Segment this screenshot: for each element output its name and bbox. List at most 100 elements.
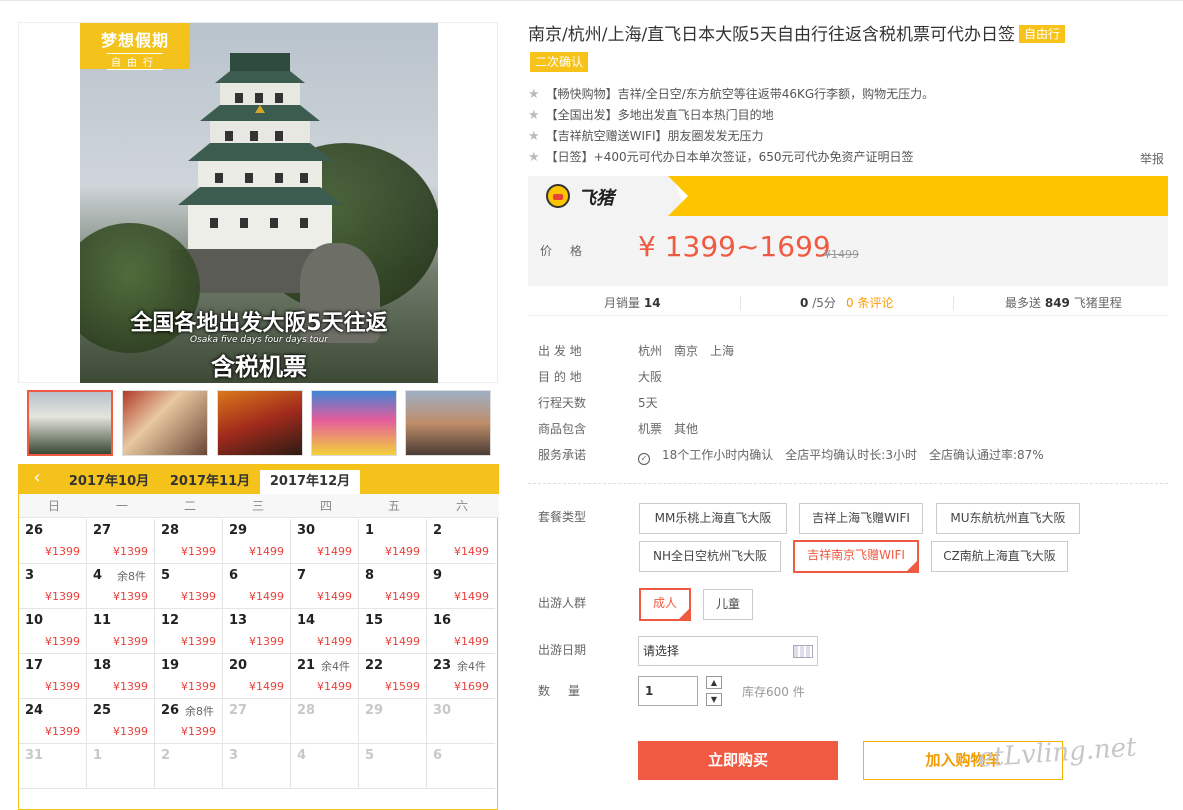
trip-info: 出 发 地杭州 南京 上海 目 的 地大阪 行程天数 5天 商品包含 机票 其他 服务承诺… <box>538 338 1158 468</box>
quantity-input[interactable]: 1 <box>638 676 698 706</box>
calendar-day-cell[interactable]: 7 ¥1499 <box>291 564 359 609</box>
calendar-day-cell[interactable]: 1 ¥1499 <box>359 519 427 564</box>
day-price: ¥1699 <box>454 680 489 693</box>
calendar-day-cell[interactable]: 21 余4件 ¥1499 <box>291 654 359 699</box>
calendar-day-cell: 4 <box>291 744 359 789</box>
calendar-day-cell[interactable]: 15 ¥1499 <box>359 609 427 654</box>
product-title: 南京/杭州/上海/直飞日本大阪5天自由行往返含税机票可代办日签 自由行 <box>528 22 1168 48</box>
check-icon: ✓ <box>638 453 650 465</box>
calendar-day-cell[interactable]: 19 ¥1399 <box>155 654 223 699</box>
calendar-day-cell[interactable]: 26 ¥1399 <box>19 519 87 564</box>
tab-month-3[interactable]: 2017年12月 <box>260 470 360 494</box>
chevron-left-icon[interactable]: ‹ <box>19 464 55 494</box>
day-number: 4 <box>93 568 103 583</box>
tab-month-1[interactable]: 2017年10月 <box>59 470 159 494</box>
calendar-day-cell[interactable]: 26 余8件 ¥1399 <box>155 699 223 744</box>
day-number: 3 <box>229 748 239 763</box>
day-price: ¥1499 <box>317 590 352 603</box>
day-number: 8 <box>365 568 375 583</box>
calendar-day-cell[interactable]: 17 ¥1399 <box>19 654 87 699</box>
tab-month-2[interactable]: 2017年11月 <box>160 470 260 494</box>
buy-now-button[interactable]: 立即购买 <box>638 741 838 780</box>
monthly-sales: 月销量 14 <box>604 296 661 310</box>
package-option-4[interactable]: NH全日空杭州飞大阪 <box>639 541 781 572</box>
date-label: 出游日期 <box>538 643 587 657</box>
package-option-3[interactable]: MU东航杭州直飞大阪 <box>936 503 1080 534</box>
calendar-day-cell[interactable]: 23 余4件 ¥1699 <box>427 654 495 699</box>
day-stock: 余4件 <box>321 660 350 673</box>
star-icon: ★ <box>528 129 540 144</box>
badge-subtitle: 自由行 <box>107 53 163 70</box>
main-product-image[interactable]: 全国各地出发大阪5天往返 Osaka five days four days t… <box>18 22 498 383</box>
thumbnail-strip <box>18 390 498 456</box>
day-price: ¥1399 <box>181 680 216 693</box>
package-option-2[interactable]: 吉祥上海飞赠WIFI <box>799 503 923 534</box>
calendar-day-cell[interactable]: 22 ¥1599 <box>359 654 427 699</box>
calendar-day-cell[interactable]: 11 ¥1399 <box>87 609 155 654</box>
original-price: ¥1499 <box>824 248 859 261</box>
package-option-1[interactable]: MM乐桃上海直飞大阪 <box>639 503 787 534</box>
decrement-button[interactable]: ▼ <box>706 693 722 706</box>
calendar-day-cell[interactable]: 30 ¥1499 <box>291 519 359 564</box>
calendar-day-cell[interactable]: 16 ¥1499 <box>427 609 495 654</box>
day-number: 5 <box>161 568 171 583</box>
feature-list: ★ 【畅快购物】吉祥/全日空/东方航空等往返带46KG行李额，购物无压力。 ★ 【全… <box>528 84 1168 168</box>
increment-button[interactable]: ▲ <box>706 676 722 689</box>
calendar-day-cell[interactable]: 10 ¥1399 <box>19 609 87 654</box>
rating: 0 /5分 <box>800 296 836 310</box>
calendar-day-cell[interactable]: 5 ¥1399 <box>155 564 223 609</box>
calendar-day-cell[interactable]: 27 ¥1399 <box>87 519 155 564</box>
tag-free-travel: 自由行 <box>1019 25 1066 43</box>
calendar-day-cell[interactable]: 29 ¥1499 <box>223 519 291 564</box>
day-price: ¥1399 <box>45 590 80 603</box>
reviews-link[interactable]: 0 条评论 <box>846 294 893 311</box>
day-number: 24 <box>25 703 44 718</box>
day-price: ¥1399 <box>45 545 80 558</box>
thumbnail-1[interactable] <box>27 390 113 456</box>
image-caption-line2: Osaka five days four days tour <box>189 335 328 345</box>
people-option-adult[interactable]: 成人 <box>639 588 691 621</box>
section-divider <box>528 483 1168 484</box>
travel-date-input[interactable]: 请选择 <box>638 636 818 666</box>
calendar-day-cell[interactable]: 28 ¥1399 <box>155 519 223 564</box>
stats-divider <box>953 296 954 310</box>
thumbnail-3[interactable] <box>217 390 303 456</box>
thumbnail-2[interactable] <box>122 390 208 456</box>
day-number: 30 <box>297 523 316 538</box>
calendar-day-cell[interactable]: 12 ¥1399 <box>155 609 223 654</box>
day-price: ¥1399 <box>113 680 148 693</box>
calendar-day-cell[interactable]: 24 ¥1399 <box>19 699 87 744</box>
day-number: 26 <box>161 703 180 718</box>
package-option-5[interactable]: 吉祥南京飞赠WIFI <box>793 540 919 573</box>
package-label: 套餐类型 <box>538 510 587 524</box>
weekday-label: 日 <box>47 499 60 513</box>
calendar-day-cell[interactable]: 20 ¥1499 <box>223 654 291 699</box>
package-option-6[interactable]: CZ南航上海直飞大阪 <box>931 541 1068 572</box>
day-number: 22 <box>365 658 384 673</box>
day-price: ¥1399 <box>113 725 148 738</box>
calendar-day-cell[interactable]: 18 ¥1399 <box>87 654 155 699</box>
stats-divider <box>740 296 741 310</box>
day-number: 26 <box>25 523 44 538</box>
thumbnail-4[interactable] <box>311 390 397 456</box>
calendar-day-cell[interactable]: 14 ¥1499 <box>291 609 359 654</box>
calendar-day-cell[interactable]: 6 ¥1499 <box>223 564 291 609</box>
calendar-day-cell[interactable]: 2 ¥1499 <box>427 519 495 564</box>
top-divider <box>0 0 1183 1</box>
thumbnail-5[interactable] <box>405 390 491 456</box>
day-number: 15 <box>365 613 384 628</box>
day-price: ¥1399 <box>181 725 216 738</box>
calendar-day-cell[interactable]: 3 ¥1399 <box>19 564 87 609</box>
day-number: 27 <box>229 703 248 718</box>
calendar-day-cell[interactable]: 8 ¥1499 <box>359 564 427 609</box>
calendar-day-cell[interactable]: 25 ¥1399 <box>87 699 155 744</box>
day-number: 12 <box>161 613 180 628</box>
people-option-child[interactable]: 儿童 <box>703 589 753 620</box>
calendar-day-cell[interactable]: 9 ¥1499 <box>427 564 495 609</box>
report-link[interactable]: 举报 <box>1140 150 1164 167</box>
day-price: ¥1599 <box>385 680 420 693</box>
calendar-day-cell[interactable]: 13 ¥1399 <box>223 609 291 654</box>
calendar-day-cell[interactable]: 4 余8件 ¥1399 <box>87 564 155 609</box>
day-stock: 余8件 <box>117 570 146 583</box>
calendar-icon <box>793 645 813 658</box>
